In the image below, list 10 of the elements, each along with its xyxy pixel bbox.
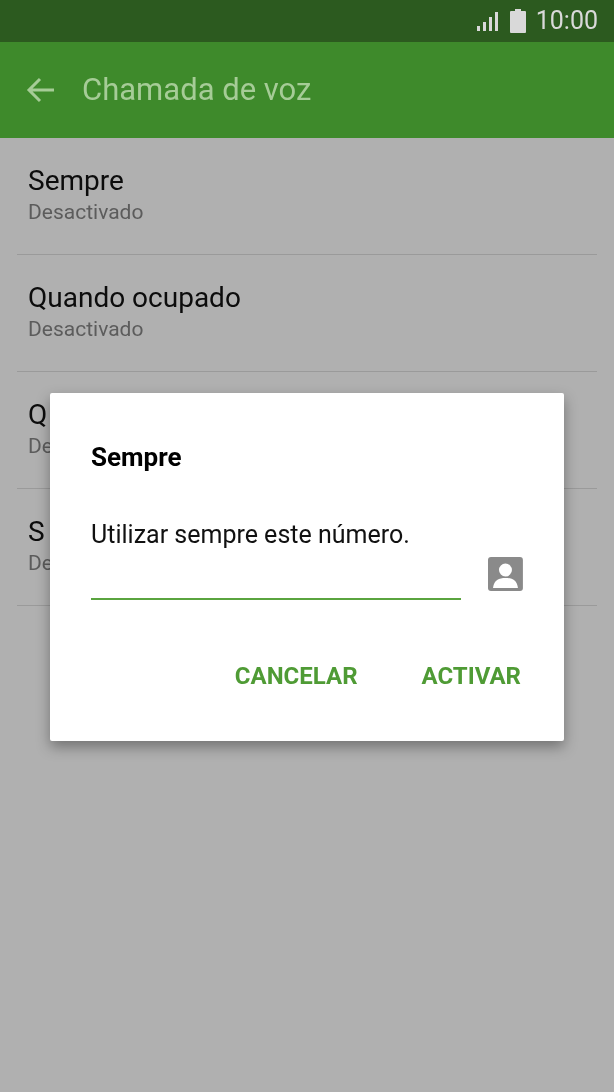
- setting-item[interactable]: Quando ocupado Desactivado: [17, 255, 597, 372]
- back-arrow-icon[interactable]: [26, 76, 56, 104]
- battery-icon: [509, 9, 526, 33]
- setting-item[interactable]: Sempre Desactivado: [17, 138, 597, 255]
- dialog-title: Sempre: [91, 441, 183, 474]
- dialog-message: Utilizar sempre este número.: [91, 519, 411, 551]
- clock: 10:00: [535, 5, 598, 38]
- screen-title: Chamada de voz: [82, 69, 312, 110]
- signal-icon: [475, 11, 500, 31]
- contact-icon[interactable]: [488, 557, 523, 591]
